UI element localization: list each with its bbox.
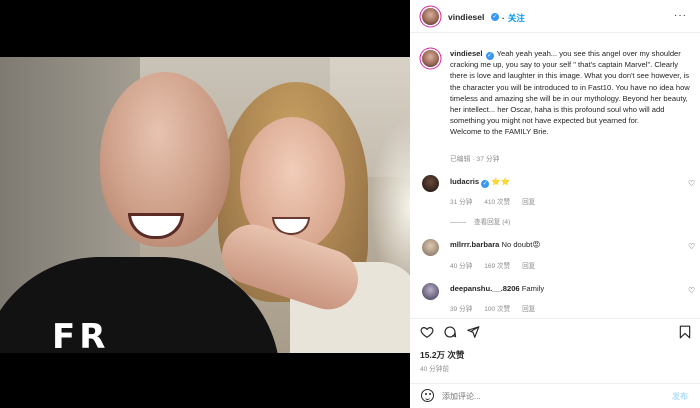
like-heart-icon[interactable] <box>420 325 434 339</box>
comment-input[interactable] <box>442 389 642 403</box>
comment-reply-button[interactable]: 回复 <box>522 306 535 313</box>
caption-author-username[interactable]: vindiesel <box>450 49 483 58</box>
comment-likes[interactable]: 410 次赞 <box>484 199 510 206</box>
follow-button[interactable]: · 关注 <box>502 12 525 24</box>
comment-reply-button[interactable]: 回复 <box>522 199 535 206</box>
verified-badge-icon: ✓ <box>491 13 499 21</box>
comment-meta: 40 分钟 169 次赞 回复 <box>450 260 545 270</box>
comment-username[interactable]: ludacris <box>450 177 479 186</box>
comment-mllrrr-barbara: mllrrr.barbara No doubt😡 <box>450 240 540 249</box>
post-caption: vindiesel ✓ Yeah yeah yeah... you see th… <box>450 48 695 138</box>
comment-text: ⭐⭐ <box>491 177 511 186</box>
comment-meta: 31 分钟 410 次赞 回复 <box>450 196 545 206</box>
save-bookmark-icon[interactable] <box>678 325 692 339</box>
comment-deepanshu: deepanshu.__.8206 Family <box>450 284 544 293</box>
comment-time: 40 分钟 <box>450 263 473 270</box>
share-send-icon[interactable] <box>466 325 480 339</box>
comment-time: 39 分钟 <box>450 306 473 313</box>
comment-like-heart-icon[interactable]: ♡ <box>688 180 696 188</box>
comment-reply-button[interactable]: 回复 <box>522 263 535 270</box>
comment-meta: 39 分钟 100 次赞 回复 <box>450 303 545 313</box>
comment-like-heart-icon[interactable]: ♡ <box>688 243 696 251</box>
comment-like-heart-icon[interactable]: ♡ <box>688 287 696 295</box>
post-side-panel: vindiesel ✓ · 关注 ··· vindiesel ✓ Yeah yea… <box>410 0 700 408</box>
post-photo[interactable]: FR <box>0 57 410 353</box>
more-options-icon[interactable]: ··· <box>674 10 687 21</box>
comment-time: 31 分钟 <box>450 199 473 206</box>
actions-divider <box>410 318 700 319</box>
post-media: FR <box>0 0 410 408</box>
comment-text: No doubt😡 <box>501 240 541 249</box>
comment-username[interactable]: deepanshu.__.8206 <box>450 284 520 293</box>
view-replies-button[interactable]: 查看回复 (4) <box>450 216 510 226</box>
comment-text: Family <box>521 284 545 293</box>
caption-line-2: Welcome to the FAMILY Brie. <box>450 127 549 137</box>
comment-verified-icon: ✓ <box>481 180 490 188</box>
caption-verified-icon: ✓ <box>485 52 494 60</box>
emoji-picker-icon[interactable] <box>421 389 434 402</box>
caption-text: Yeah yeah yeah... you see this angel ove… <box>450 49 690 126</box>
post-comment-button[interactable]: 发布 <box>672 391 688 402</box>
caption-meta: 已编辑 · 37 分钟 <box>450 156 500 163</box>
photo-shirt-print: FR <box>52 317 110 353</box>
comment-username[interactable]: mllrrr.barbara <box>450 240 499 249</box>
author-username[interactable]: vindiesel <box>448 12 484 22</box>
author-avatar[interactable] <box>422 8 439 25</box>
comment-avatar-ludacris[interactable] <box>422 175 439 192</box>
comment-likes[interactable]: 169 次赞 <box>484 263 510 270</box>
comment-avatar-mllrrr-barbara[interactable] <box>422 239 439 256</box>
caption-author-avatar[interactable] <box>422 50 439 67</box>
replies-divider <box>450 221 466 223</box>
comment-ludacris: ludacris ✓ ⭐⭐ <box>450 177 511 188</box>
post-time-ago[interactable]: 40 分钟前 <box>420 363 449 373</box>
post-header: vindiesel ✓ · 关注 ··· <box>410 0 700 33</box>
comment-composer: 发布 <box>410 383 700 408</box>
comment-bubble-icon[interactable] <box>443 325 457 339</box>
likes-count[interactable]: 15.2万 次赞 <box>420 349 464 361</box>
comment-likes[interactable]: 100 次赞 <box>484 306 510 313</box>
comment-avatar-deepanshu[interactable] <box>422 283 439 300</box>
